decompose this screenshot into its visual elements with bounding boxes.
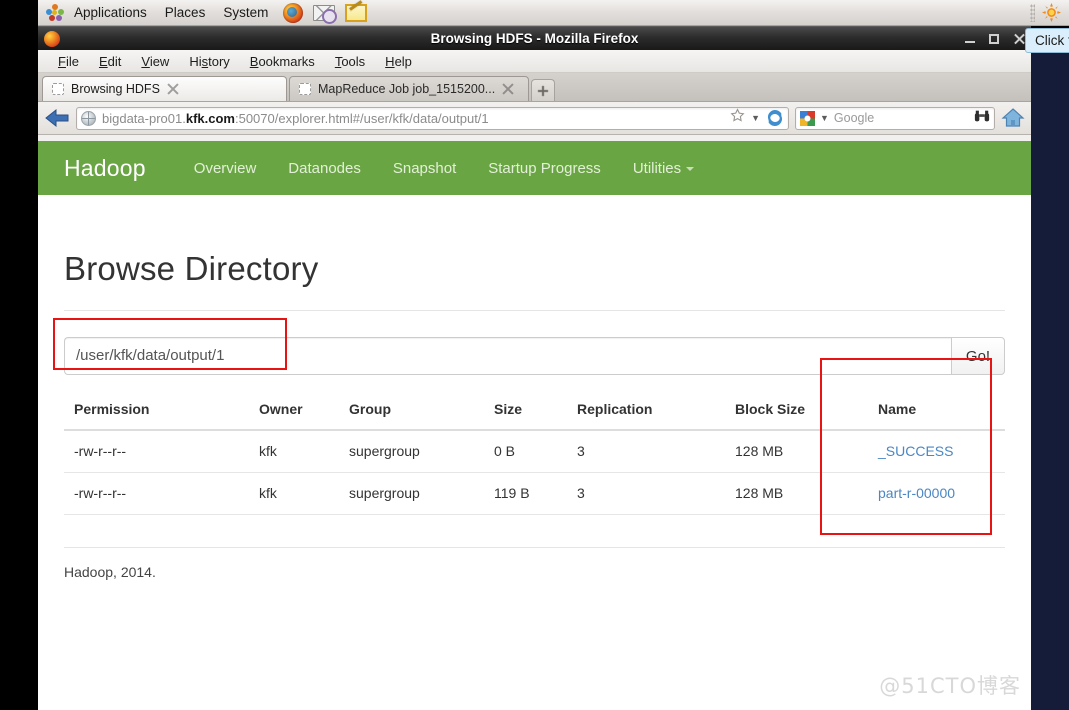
menu-bookmarks[interactable]: Bookmarks bbox=[240, 52, 325, 71]
panel-grip-handle[interactable] bbox=[1030, 4, 1035, 22]
tab-strip: Browsing HDFS MapReduce Job job_1515200.… bbox=[38, 73, 1031, 102]
tab-label: MapReduce Job job_1515200... bbox=[318, 82, 496, 96]
search-bar[interactable]: ▼ Google bbox=[795, 106, 995, 130]
hadoop-brand[interactable]: Hadoop bbox=[64, 155, 146, 182]
cell-name: part-r-00000 bbox=[868, 472, 1005, 515]
panel-menu-places[interactable]: Places bbox=[156, 0, 215, 26]
window-titlebar: Browsing HDFS - Mozilla Firefox bbox=[38, 26, 1031, 50]
home-icon[interactable] bbox=[1001, 107, 1025, 129]
cell-owner: kfk bbox=[249, 472, 339, 515]
cell-block-size: 128 MB bbox=[725, 430, 868, 473]
applications-logo-icon[interactable] bbox=[46, 3, 64, 22]
url-bar[interactable]: bigdata-pro01.kfk.com:50070/explorer.htm… bbox=[76, 106, 789, 130]
column-header-owner[interactable]: Owner bbox=[249, 393, 339, 431]
url-text: bigdata-pro01.kfk.com:50070/explorer.htm… bbox=[102, 110, 489, 126]
screen: Applications Places System Browsing HDFS… bbox=[0, 0, 1069, 710]
nav-item-datanodes[interactable]: Datanodes bbox=[272, 160, 377, 177]
tab-favicon-placeholder-icon bbox=[299, 83, 311, 95]
firefox-icon[interactable] bbox=[283, 2, 307, 24]
menu-view[interactable]: View bbox=[131, 52, 179, 71]
web-page-viewport: Hadoop Overview Datanodes Snapshot Start… bbox=[38, 141, 1031, 710]
page-content: Browse Directory /user/kfk/data/output/1… bbox=[38, 250, 1031, 580]
menu-file[interactable]: File bbox=[48, 52, 89, 71]
tab-close-icon[interactable] bbox=[502, 83, 514, 95]
tab-browsing-hdfs[interactable]: Browsing HDFS bbox=[42, 76, 287, 101]
firefox-window: Browsing HDFS - Mozilla Firefox File Edi… bbox=[38, 26, 1031, 710]
cell-size: 0 B bbox=[484, 430, 567, 473]
column-header-permission[interactable]: Permission bbox=[64, 393, 249, 431]
gnome-top-panel: Applications Places System bbox=[0, 0, 1069, 26]
menu-tools[interactable]: Tools bbox=[325, 52, 375, 71]
globe-icon bbox=[81, 110, 96, 126]
mail-icon[interactable] bbox=[313, 2, 338, 24]
bookmark-star-icon[interactable] bbox=[730, 108, 745, 128]
cell-permission: -rw-r--r-- bbox=[64, 430, 249, 473]
tab-close-icon[interactable] bbox=[167, 83, 179, 95]
panel-menu-applications[interactable]: Applications bbox=[65, 0, 156, 26]
google-icon[interactable] bbox=[800, 110, 815, 126]
cell-block-size: 128 MB bbox=[725, 472, 868, 515]
window-firefox-icon bbox=[44, 30, 60, 47]
tab-mapreduce-job[interactable]: MapReduce Job job_1515200... bbox=[289, 76, 529, 101]
minimize-icon[interactable] bbox=[965, 41, 975, 43]
nav-item-overview[interactable]: Overview bbox=[178, 160, 273, 177]
navigation-toolbar: bigdata-pro01.kfk.com:50070/explorer.htm… bbox=[38, 102, 1031, 135]
table-header-row: Permission Owner Group Size Replication … bbox=[64, 393, 1005, 431]
text-editor-icon[interactable] bbox=[345, 2, 369, 24]
close-icon[interactable] bbox=[1013, 33, 1025, 45]
cell-permission: -rw-r--r-- bbox=[64, 472, 249, 515]
panel-menu-system[interactable]: System bbox=[214, 0, 277, 26]
window-controls bbox=[965, 33, 1025, 45]
window-title: Browsing HDFS - Mozilla Firefox bbox=[430, 31, 639, 46]
nav-item-snapshot[interactable]: Snapshot bbox=[377, 160, 472, 177]
cell-replication: 3 bbox=[567, 430, 725, 473]
reload-icon[interactable] bbox=[766, 109, 784, 127]
cell-owner: kfk bbox=[249, 430, 339, 473]
column-header-name[interactable]: Name bbox=[868, 393, 1005, 431]
panel-left-filler bbox=[0, 0, 38, 26]
menubar: File Edit View History Bookmarks Tools H… bbox=[38, 50, 1031, 73]
chevron-down-icon[interactable]: ▼ bbox=[751, 113, 760, 123]
file-link-success[interactable]: _SUCCESS bbox=[878, 443, 953, 459]
binoculars-icon[interactable] bbox=[974, 109, 990, 128]
footer-text: Hadoop, 2014. bbox=[64, 564, 156, 580]
menu-edit[interactable]: Edit bbox=[89, 52, 131, 71]
maximize-icon[interactable] bbox=[989, 33, 999, 44]
title-divider bbox=[64, 310, 1005, 311]
column-header-replication[interactable]: Replication bbox=[567, 393, 725, 431]
hadoop-navbar: Hadoop Overview Datanodes Snapshot Start… bbox=[38, 141, 1031, 195]
page-title: Browse Directory bbox=[64, 250, 319, 287]
search-input[interactable]: Google bbox=[834, 111, 969, 125]
tooltip-popup: Click t bbox=[1025, 28, 1069, 53]
column-header-size[interactable]: Size bbox=[484, 393, 567, 431]
desktop-right-strip bbox=[1031, 48, 1069, 710]
cell-size: 119 B bbox=[484, 472, 567, 515]
file-link-part-r-00000[interactable]: part-r-00000 bbox=[878, 485, 955, 501]
go-button[interactable]: Go! bbox=[951, 337, 1005, 375]
directory-listing-table: Permission Owner Group Size Replication … bbox=[64, 393, 1005, 515]
column-header-block-size[interactable]: Block Size bbox=[725, 393, 868, 431]
column-header-group[interactable]: Group bbox=[339, 393, 484, 431]
watermark: @51CTO博客 bbox=[879, 674, 1021, 698]
cell-group: supergroup bbox=[339, 430, 484, 473]
menu-help[interactable]: Help bbox=[375, 52, 422, 71]
nav-item-utilities[interactable]: Utilities bbox=[617, 160, 710, 177]
tab-favicon-placeholder-icon bbox=[52, 83, 64, 95]
chevron-down-icon bbox=[686, 166, 695, 171]
table-row: -rw-r--r-- kfk supergroup 0 B 3 128 MB _… bbox=[64, 430, 1005, 473]
menu-history[interactable]: History bbox=[179, 52, 239, 71]
path-input-group: /user/kfk/data/output/1 Go! bbox=[64, 337, 1005, 375]
brightness-sun-icon[interactable] bbox=[1042, 3, 1061, 22]
back-button-icon[interactable] bbox=[44, 107, 70, 129]
search-engine-chevron-down-icon[interactable]: ▼ bbox=[820, 113, 829, 123]
tab-label: Browsing HDFS bbox=[71, 82, 160, 96]
new-tab-button[interactable] bbox=[531, 79, 555, 101]
table-row: -rw-r--r-- kfk supergroup 119 B 3 128 MB… bbox=[64, 472, 1005, 515]
cell-replication: 3 bbox=[567, 472, 725, 515]
cell-name: _SUCCESS bbox=[868, 430, 1005, 473]
nav-item-utilities-label: Utilities bbox=[632, 159, 682, 177]
path-input[interactable]: /user/kfk/data/output/1 bbox=[64, 337, 951, 375]
nav-item-startup-progress[interactable]: Startup Progress bbox=[472, 160, 617, 177]
cell-group: supergroup bbox=[339, 472, 484, 515]
